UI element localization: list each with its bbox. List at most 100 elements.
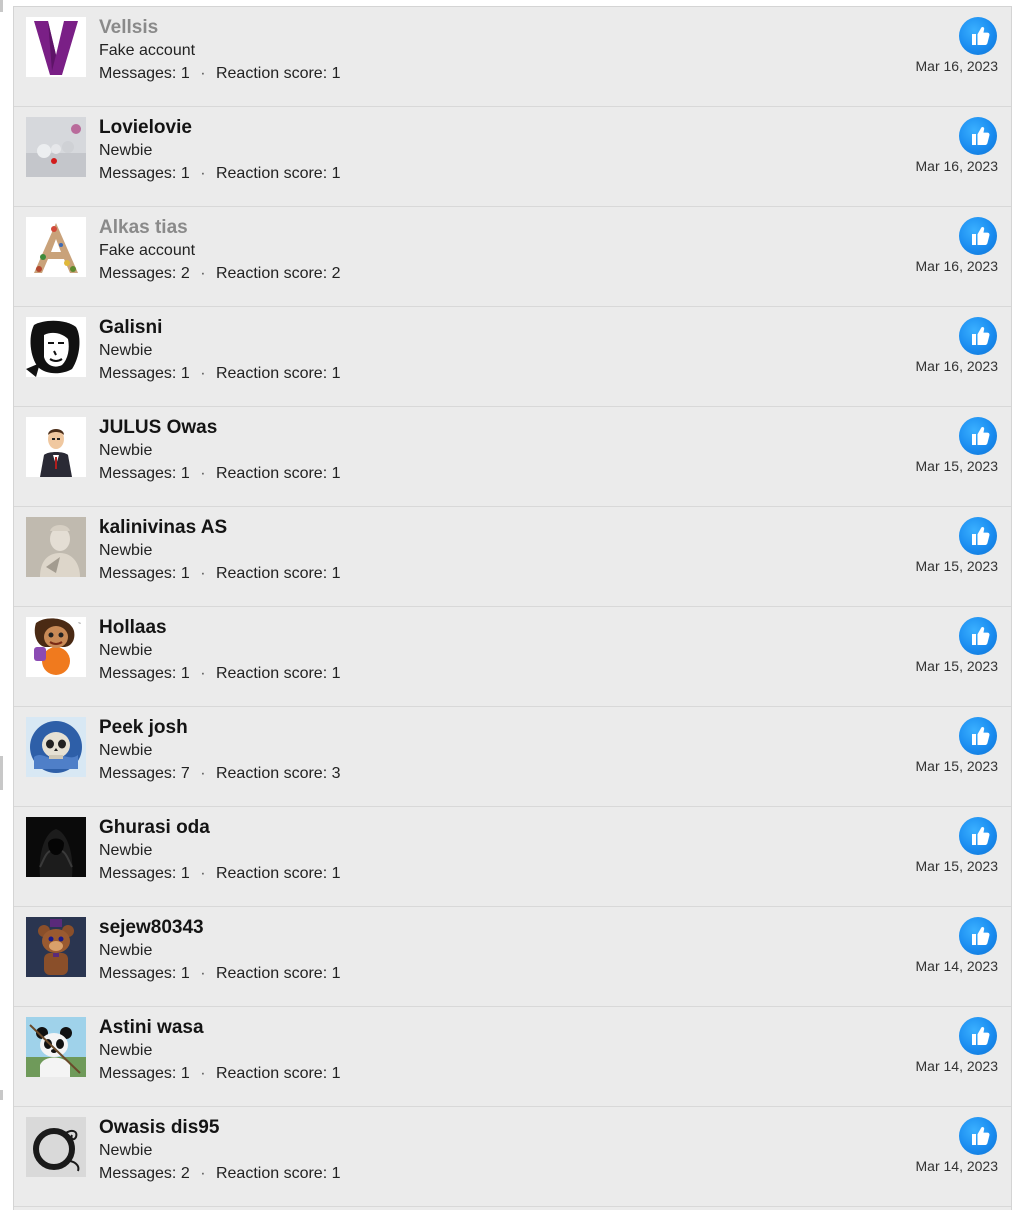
- reaction-date[interactable]: Mar 14, 2023: [916, 1057, 999, 1075]
- user-info: Vellsis Fake account Messages: 1 · React…: [99, 17, 341, 84]
- reaction-date[interactable]: Mar 16, 2023: [916, 357, 999, 375]
- grey-spheres-avatar[interactable]: [26, 117, 86, 177]
- user-title: Newbie: [99, 842, 153, 859]
- messages-count: 1: [180, 965, 190, 982]
- animatronic-bear-avatar[interactable]: [26, 917, 86, 977]
- messages-label: Messages:: [99, 1065, 177, 1082]
- floral-letter-a-avatar[interactable]: [26, 217, 86, 277]
- messages-count: 7: [180, 765, 190, 782]
- like-icon: [959, 717, 997, 755]
- username-link[interactable]: JULUS Owas: [99, 417, 341, 439]
- reaction-date[interactable]: Mar 16, 2023: [916, 157, 999, 175]
- reaction-date[interactable]: Mar 15, 2023: [916, 857, 999, 875]
- purple-v-avatar[interactable]: [26, 17, 86, 77]
- like-icon: [959, 517, 997, 555]
- username-link[interactable]: Alkas tias: [99, 217, 341, 239]
- username-link[interactable]: Vellsis: [99, 17, 341, 39]
- user-info: JULUS Owas Newbie Messages: 1 · Reaction…: [99, 417, 341, 484]
- reaction-score-label: Reaction score:: [215, 965, 328, 982]
- reaction-score-value: 1: [331, 1065, 341, 1082]
- left-border-mark: [0, 756, 3, 790]
- messages-count: 1: [180, 465, 190, 482]
- cartoon-suit-man-avatar[interactable]: [26, 417, 86, 477]
- user-title: Newbie: [99, 642, 153, 659]
- right-gutter: [1012, 0, 1020, 1210]
- messages-label: Messages:: [99, 65, 177, 82]
- user-info: Lovielovie Newbie Messages: 1 · Reaction…: [99, 117, 341, 184]
- reaction-date[interactable]: Mar 14, 2023: [916, 957, 999, 975]
- reaction-date[interactable]: Mar 15, 2023: [916, 657, 999, 675]
- ink-portrait-avatar[interactable]: [26, 317, 86, 377]
- user-stats: Messages: 1 · Reaction score: 1: [99, 964, 341, 984]
- reaction-row: sejew80343 Newbie Messages: 1 · Reaction…: [14, 907, 1011, 1007]
- reaction-date[interactable]: Mar 16, 2023: [916, 57, 999, 75]
- messages-count: 1: [180, 565, 190, 582]
- username-link[interactable]: Hollaas: [99, 617, 341, 639]
- stats-separator: ·: [200, 1165, 206, 1182]
- user-info: Hollaas Newbie Messages: 1 · Reaction sc…: [99, 617, 341, 684]
- username-link[interactable]: Lovielovie: [99, 117, 341, 139]
- reaction-score-value: 3: [331, 765, 341, 782]
- user-stats: Messages: 7 · Reaction score: 3: [99, 764, 341, 784]
- reaction-date[interactable]: Mar 14, 2023: [916, 1157, 999, 1175]
- like-icon: [959, 817, 997, 855]
- like-icon: [959, 917, 997, 955]
- messages-label: Messages:: [99, 1165, 177, 1182]
- user-title: Newbie: [99, 1142, 153, 1159]
- user-title: Newbie: [99, 342, 153, 359]
- stats-separator: ·: [200, 165, 206, 182]
- messages-count: 2: [180, 265, 190, 282]
- user-stats: Messages: 1 · Reaction score: 1: [99, 164, 341, 184]
- stats-separator: ·: [200, 465, 206, 482]
- hooded-figure-avatar[interactable]: [26, 817, 86, 877]
- reaction-date[interactable]: Mar 15, 2023: [916, 557, 999, 575]
- user-info: Galisni Newbie Messages: 1 · Reaction sc…: [99, 317, 341, 384]
- reaction-date[interactable]: Mar 15, 2023: [916, 757, 999, 775]
- reaction-score-label: Reaction score:: [215, 1165, 328, 1182]
- user-stats: Messages: 1 · Reaction score: 1: [99, 864, 341, 884]
- stats-separator: ·: [200, 865, 206, 882]
- messages-label: Messages:: [99, 565, 177, 582]
- reaction-row: JULUS Owas Newbie Messages: 1 · Reaction…: [14, 407, 1011, 507]
- user-title: Fake account: [99, 242, 196, 259]
- messages-label: Messages:: [99, 265, 177, 282]
- reaction-score-label: Reaction score:: [215, 1065, 328, 1082]
- reaction-score-value: 1: [331, 565, 341, 582]
- reaction-score-value: 1: [331, 865, 341, 882]
- username-link[interactable]: Astini wasa: [99, 1017, 341, 1039]
- username-link[interactable]: kalinivinas AS: [99, 517, 341, 539]
- ornate-letter-o-avatar[interactable]: [26, 1117, 86, 1177]
- like-icon: [959, 1117, 997, 1155]
- user-info: Ghurasi oda Newbie Messages: 1 · Reactio…: [99, 817, 341, 884]
- messages-label: Messages:: [99, 665, 177, 682]
- marble-statue-avatar[interactable]: [26, 517, 86, 577]
- cartoon-girl-avatar[interactable]: ~: [26, 617, 86, 677]
- messages-label: Messages:: [99, 965, 177, 982]
- reaction-score-value: 2: [331, 265, 341, 282]
- user-info: Astini wasa Newbie Messages: 1 · Reactio…: [99, 1017, 341, 1084]
- user-info: sejew80343 Newbie Messages: 1 · Reaction…: [99, 917, 341, 984]
- username-link[interactable]: Galisni: [99, 317, 341, 339]
- user-stats: Messages: 2 · Reaction score: 2: [99, 264, 341, 284]
- like-icon: [959, 417, 997, 455]
- like-icon: [959, 117, 997, 155]
- reaction-score-label: Reaction score:: [215, 265, 328, 282]
- reaction-score-label: Reaction score:: [215, 665, 328, 682]
- stats-separator: ·: [200, 665, 206, 682]
- messages-count: 1: [180, 665, 190, 682]
- username-link[interactable]: sejew80343: [99, 917, 341, 939]
- username-link[interactable]: Owasis dis95: [99, 1117, 341, 1139]
- reaction-date[interactable]: Mar 15, 2023: [916, 457, 999, 475]
- user-title: Fake account: [99, 42, 196, 59]
- reaction-row: Ghurasi oda Newbie Messages: 1 · Reactio…: [14, 807, 1011, 907]
- user-stats: Messages: 1 · Reaction score: 1: [99, 464, 341, 484]
- stats-separator: ·: [200, 365, 206, 382]
- user-info: Peek josh Newbie Messages: 7 · Reaction …: [99, 717, 341, 784]
- reaction-date[interactable]: Mar 16, 2023: [916, 257, 999, 275]
- username-link[interactable]: Ghurasi oda: [99, 817, 341, 839]
- panda-avatar[interactable]: [26, 1017, 86, 1077]
- skull-globe-avatar[interactable]: [26, 717, 86, 777]
- like-icon: [959, 217, 997, 255]
- username-link[interactable]: Peek josh: [99, 717, 341, 739]
- reaction-score-label: Reaction score:: [215, 465, 328, 482]
